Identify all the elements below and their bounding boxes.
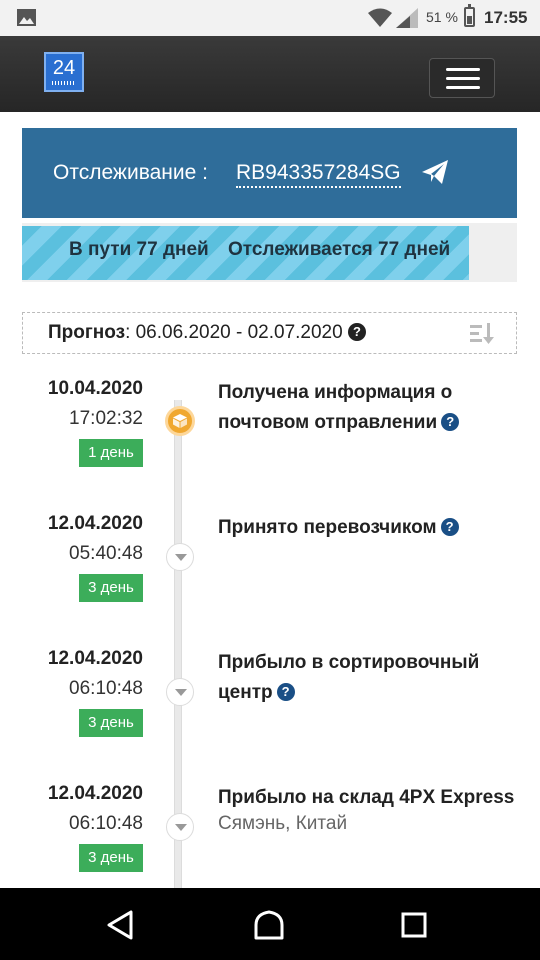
event-location: Сямэнь, Китай (218, 813, 348, 834)
event-date: 12.04.2020 (47, 513, 143, 534)
question-icon[interactable]: ? (276, 683, 295, 701)
event-title: Прибыло на склад 4PX Express (218, 783, 528, 813)
timeline-event: 12.04.2020 05:40:48 3 день Принято перев… (0, 513, 540, 633)
event-title: Получена информация о почтовом отправлен… (218, 378, 528, 438)
event-title: Прибыло в сортировочный центр? (218, 648, 528, 708)
gallery-icon (17, 9, 36, 26)
event-date: 12.04.2020 (47, 783, 143, 804)
event-title-text: Прибыло на склад 4PX Express (218, 787, 515, 808)
chevron-down-icon[interactable] (166, 678, 194, 706)
timeline-event: 12.04.2020 06:10:48 3 день Прибыло на ск… (0, 783, 540, 903)
event-time: 05:40:48 (69, 543, 143, 564)
question-icon[interactable]: ? (347, 323, 366, 341)
forecast-label: Прогноз (48, 322, 126, 343)
chevron-down-icon[interactable] (166, 813, 194, 841)
event-title: Принято перевозчиком? (218, 513, 528, 543)
question-icon[interactable]: ? (441, 413, 460, 431)
signal-icon (396, 8, 418, 28)
event-title-text: Принято перевозчиком (218, 517, 437, 538)
event-day-badge: 3 день (79, 844, 143, 872)
battery-percent: 51 % (426, 9, 458, 25)
event-day-badge: 3 день (79, 709, 143, 737)
recent-apps-icon[interactable] (401, 912, 427, 938)
progress-bar: В пути 77 дней Отслеживается 77 дней (22, 223, 517, 282)
status-bar: 51 % 17:55 (0, 0, 540, 36)
tracking-label: Отслеживание : (53, 161, 208, 184)
event-title-text: Прибыло в сортировочный центр (218, 652, 480, 703)
app-bar: 24 (0, 36, 540, 112)
forecast-box: Прогноз: 06.06.2020 - 02.07.2020 ? (22, 312, 517, 354)
question-icon[interactable]: ? (440, 518, 459, 536)
box-icon (165, 406, 195, 436)
tracking-panel: Отслеживание : RB943357284SG (22, 128, 517, 218)
clock: 17:55 (484, 8, 528, 27)
chevron-down-icon[interactable] (166, 543, 194, 571)
hamburger-icon[interactable] (429, 58, 495, 98)
event-date: 12.04.2020 (47, 648, 143, 669)
logo-text: 24 (52, 57, 76, 79)
progress-text: В пути 77 дней Отслеживается 77 дней (69, 239, 450, 261)
event-time: 06:10:48 (69, 813, 143, 834)
navigation-bar (0, 888, 540, 960)
send-icon[interactable] (422, 160, 448, 184)
event-title-text: Получена информация о почтовом отправлен… (218, 382, 453, 433)
timeline-event: 12.04.2020 06:10:48 3 день Прибыло в сор… (0, 648, 540, 768)
sort-icon[interactable] (470, 323, 496, 345)
event-date: 10.04.2020 (47, 378, 143, 399)
in-transit-days: В пути 77 дней (69, 239, 209, 260)
tracking-number[interactable]: RB943357284SG (236, 161, 401, 188)
back-icon[interactable] (106, 910, 134, 940)
barcode-icon (52, 81, 76, 85)
home-icon[interactable] (253, 910, 285, 940)
event-day-badge: 3 день (79, 574, 143, 602)
tracked-days: Отслеживается 77 дней (228, 239, 451, 260)
forecast-text: Прогноз: 06.06.2020 - 02.07.2020 ? (48, 322, 366, 344)
event-day-badge: 1 день (79, 439, 143, 467)
event-time: 17:02:32 (69, 408, 143, 429)
timeline-event: 10.04.2020 17:02:32 1 день Получена инфо… (0, 378, 540, 498)
logo[interactable]: 24 (44, 52, 84, 92)
event-time: 06:10:48 (69, 678, 143, 699)
wifi-icon (368, 8, 392, 27)
battery-icon (464, 4, 475, 27)
forecast-value: : 06.06.2020 - 02.07.2020 (125, 322, 343, 343)
